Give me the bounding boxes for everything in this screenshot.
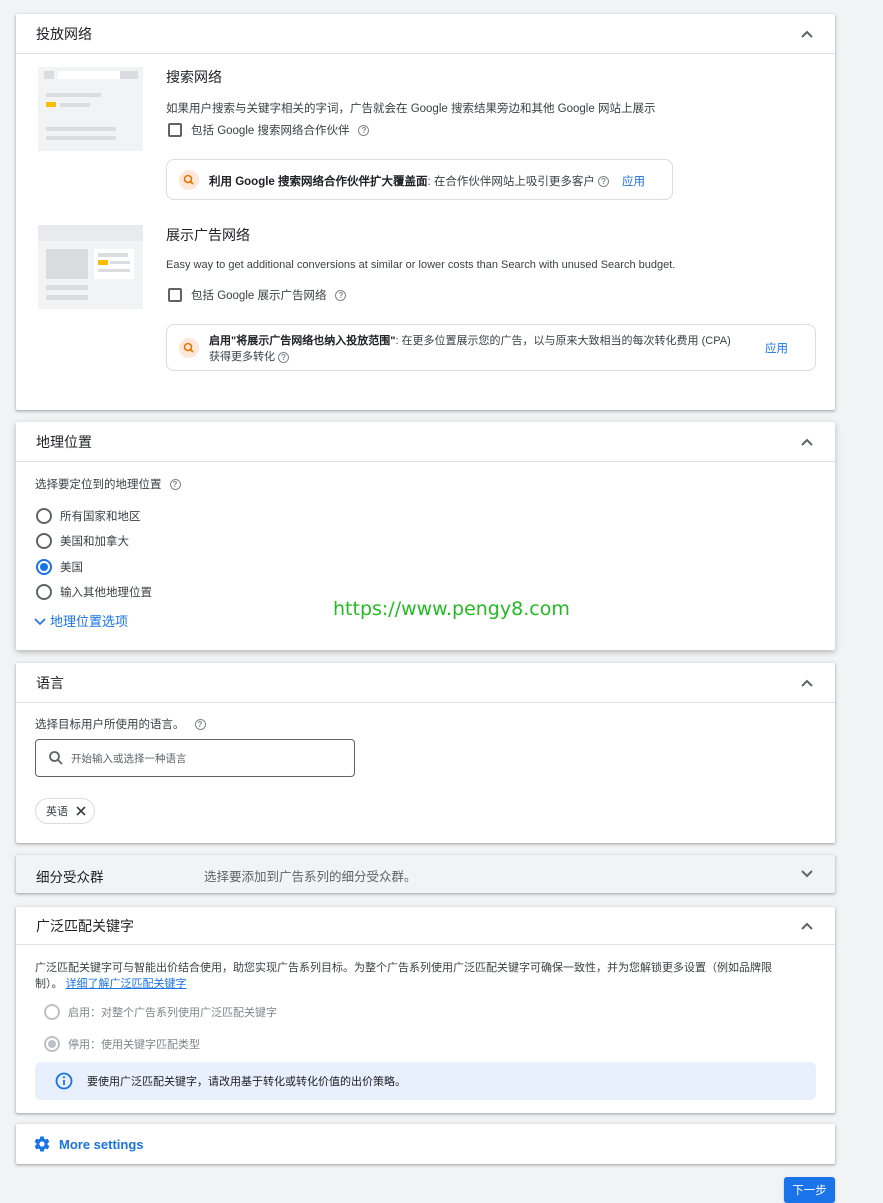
chevron-up-icon[interactable] xyxy=(799,675,815,691)
search-icon xyxy=(49,751,63,765)
location-title: 地理位置 xyxy=(36,433,92,450)
location-options-link[interactable]: 地理位置选项 xyxy=(34,611,128,630)
display-promo-text2: 获得更多转化 xyxy=(209,351,275,363)
more-settings-label: More settings xyxy=(59,1136,144,1152)
chevron-up-icon[interactable] xyxy=(799,26,815,42)
language-header[interactable]: 语言 xyxy=(16,663,835,703)
broad-match-title: 广泛匹配关键字 xyxy=(36,917,134,934)
info-icon xyxy=(55,1072,73,1090)
help-icon[interactable]: ? xyxy=(335,289,347,301)
display-promo-text: : 在更多位置展示您的广告，以与原来大致相当的每次转化费用 (CPA) xyxy=(395,335,731,347)
help-icon[interactable]: ? xyxy=(278,351,290,363)
gear-icon xyxy=(34,1136,50,1152)
location-radio[interactable] xyxy=(36,533,52,550)
broad-match-option-on: 启用：对整个广告系列使用广泛匹配关键字 xyxy=(44,1004,277,1020)
location-radio[interactable] xyxy=(36,584,52,601)
broad-match-radio xyxy=(44,1036,60,1052)
location-option-other[interactable]: 输入其他地理位置 xyxy=(36,580,152,606)
search-partners-option[interactable]: 包括 Google 搜索网络合作伙伴 ? xyxy=(168,122,370,138)
location-option-label: 美国和加拿大 xyxy=(60,536,129,549)
search-partners-promo: 利用 Google 搜索网络合作伙伴扩大覆盖面: 在合作伙伴网站上吸引更多客户 … xyxy=(166,159,673,200)
search-partners-checkbox[interactable] xyxy=(168,123,182,137)
search-promo-apply-link[interactable]: 应用 xyxy=(622,173,645,189)
help-icon[interactable]: ? xyxy=(358,124,370,136)
location-card: 地理位置 选择要定位到的地理位置 ? 所有国家和地区 美国和加拿大 美国 输入其… xyxy=(16,422,835,650)
search-promo-bold: 利用 Google 搜索网络合作伙伴扩大覆盖面 xyxy=(209,176,428,188)
broad-match-desc: 广泛匹配关键字可与智能出价结合使用，助您实现广告系列目标。为整个广告系列使用广泛… xyxy=(35,960,825,992)
broad-match-option-off: 停用：使用关键字匹配类型 xyxy=(44,1036,200,1052)
location-option-label: 美国 xyxy=(60,561,83,574)
search-network-desc: 如果用户搜索与关键字相关的字词，广告就会在 Google 搜索结果旁边和其他 G… xyxy=(166,103,656,115)
search-partners-label: 包括 Google 搜索网络合作伙伴 xyxy=(191,125,350,137)
close-icon[interactable] xyxy=(76,806,86,816)
location-options-label: 地理位置选项 xyxy=(50,614,129,629)
language-prompt: 选择目标用户所使用的语言。 xyxy=(35,719,185,731)
help-icon[interactable]: ? xyxy=(194,718,206,730)
language-card: 语言 选择目标用户所使用的语言。 ? 开始输入或选择一种语言 英语 xyxy=(16,663,835,843)
chevron-down-icon xyxy=(34,617,46,625)
display-promo-bold: 启用"将展示广告网络也纳入投放范围" xyxy=(209,335,396,347)
display-network-illustration xyxy=(38,225,143,309)
networks-header[interactable]: 投放网络 xyxy=(16,14,835,54)
broad-match-card: 广泛匹配关键字 广泛匹配关键字可与智能出价结合使用，助您实现广告系列目标。为整个… xyxy=(16,907,835,1113)
location-radio[interactable] xyxy=(36,558,52,575)
location-option-us[interactable]: 美国 xyxy=(36,554,152,580)
broad-match-radio xyxy=(44,1004,60,1020)
location-radio[interactable] xyxy=(36,507,52,524)
audience-desc: 选择要添加到广告系列的细分受众群。 xyxy=(204,870,417,884)
location-prompt: 选择要定位到的地理位置 xyxy=(35,479,162,491)
chevron-up-icon[interactable] xyxy=(799,918,815,934)
location-option-us-canada[interactable]: 美国和加拿大 xyxy=(36,529,152,555)
language-chip-label: 英语 xyxy=(46,806,68,818)
location-options: 所有国家和地区 美国和加拿大 美国 输入其他地理位置 xyxy=(36,503,152,605)
audience-card[interactable]: 细分受众群 选择要添加到广告系列的细分受众群。 xyxy=(16,855,835,893)
broad-match-info-text: 要使用广泛匹配关键字，请改用基于转化或转化价值的出价策略。 xyxy=(87,1076,406,1088)
search-network-illustration xyxy=(38,67,143,151)
location-header[interactable]: 地理位置 xyxy=(16,422,835,462)
help-icon[interactable]: ? xyxy=(598,176,610,188)
broad-match-option-on-label: 启用：对整个广告系列使用广泛匹配关键字 xyxy=(68,1007,277,1019)
language-search-field[interactable]: 开始输入或选择一种语言 xyxy=(35,739,355,777)
location-option-label: 所有国家和地区 xyxy=(60,510,141,523)
broad-match-desc-line2: 制）。 xyxy=(35,978,63,990)
chevron-up-icon[interactable] xyxy=(799,434,815,450)
display-network-label: 包括 Google 展示广告网络 xyxy=(191,290,327,302)
language-title: 语言 xyxy=(36,674,64,691)
next-button-label: 下一步 xyxy=(792,1185,827,1197)
display-promo-apply-link[interactable]: 应用 xyxy=(765,340,788,356)
location-option-label: 输入其他地理位置 xyxy=(60,587,152,600)
display-network-promo: 启用"将展示广告网络也纳入投放范围": 在更多位置展示您的广告，以与原来大致相当… xyxy=(166,324,816,371)
location-option-all[interactable]: 所有国家和地区 xyxy=(36,503,152,529)
display-network-title: 展示广告网络 xyxy=(166,227,250,243)
chevron-down-icon[interactable] xyxy=(799,866,815,882)
broad-match-info-banner: 要使用广泛匹配关键字，请改用基于转化或转化价值的出价策略。 xyxy=(35,1062,816,1100)
help-icon[interactable]: ? xyxy=(169,478,181,490)
display-network-desc: Easy way to get additional conversions a… xyxy=(166,259,676,271)
more-settings-button[interactable]: More settings xyxy=(33,1135,144,1153)
broad-match-option-off-label: 停用：使用关键字匹配类型 xyxy=(68,1039,200,1051)
watermark-text: https://www.pengy8.com xyxy=(333,598,570,620)
broad-match-header[interactable]: 广泛匹配关键字 xyxy=(16,907,835,945)
more-settings-card[interactable]: More settings xyxy=(16,1124,835,1164)
language-search-placeholder: 开始输入或选择一种语言 xyxy=(71,752,187,765)
networks-card: 投放网络 搜索网络 如果用户搜索与关键字相关的字词，广告就会在 Google 搜… xyxy=(16,14,835,410)
search-promo-text: : 在合作伙伴网站上吸引更多客户 xyxy=(427,176,595,188)
search-suggestion-icon xyxy=(179,170,199,190)
networks-title: 投放网络 xyxy=(36,25,92,42)
broad-match-learn-more-link[interactable]: 详细了解广泛匹配关键字 xyxy=(66,978,187,990)
next-button[interactable]: 下一步 xyxy=(784,1177,835,1203)
display-network-checkbox[interactable] xyxy=(168,288,182,302)
broad-match-desc-line1: 广泛匹配关键字可与智能出价结合使用，助您实现广告系列目标。为整个广告系列使用广泛… xyxy=(35,962,772,974)
language-chip: 英语 xyxy=(35,798,95,824)
search-suggestion-icon xyxy=(179,338,199,358)
audience-title: 细分受众群 xyxy=(36,870,104,885)
search-network-title: 搜索网络 xyxy=(166,69,222,85)
display-network-option[interactable]: 包括 Google 展示广告网络 ? xyxy=(168,287,347,303)
